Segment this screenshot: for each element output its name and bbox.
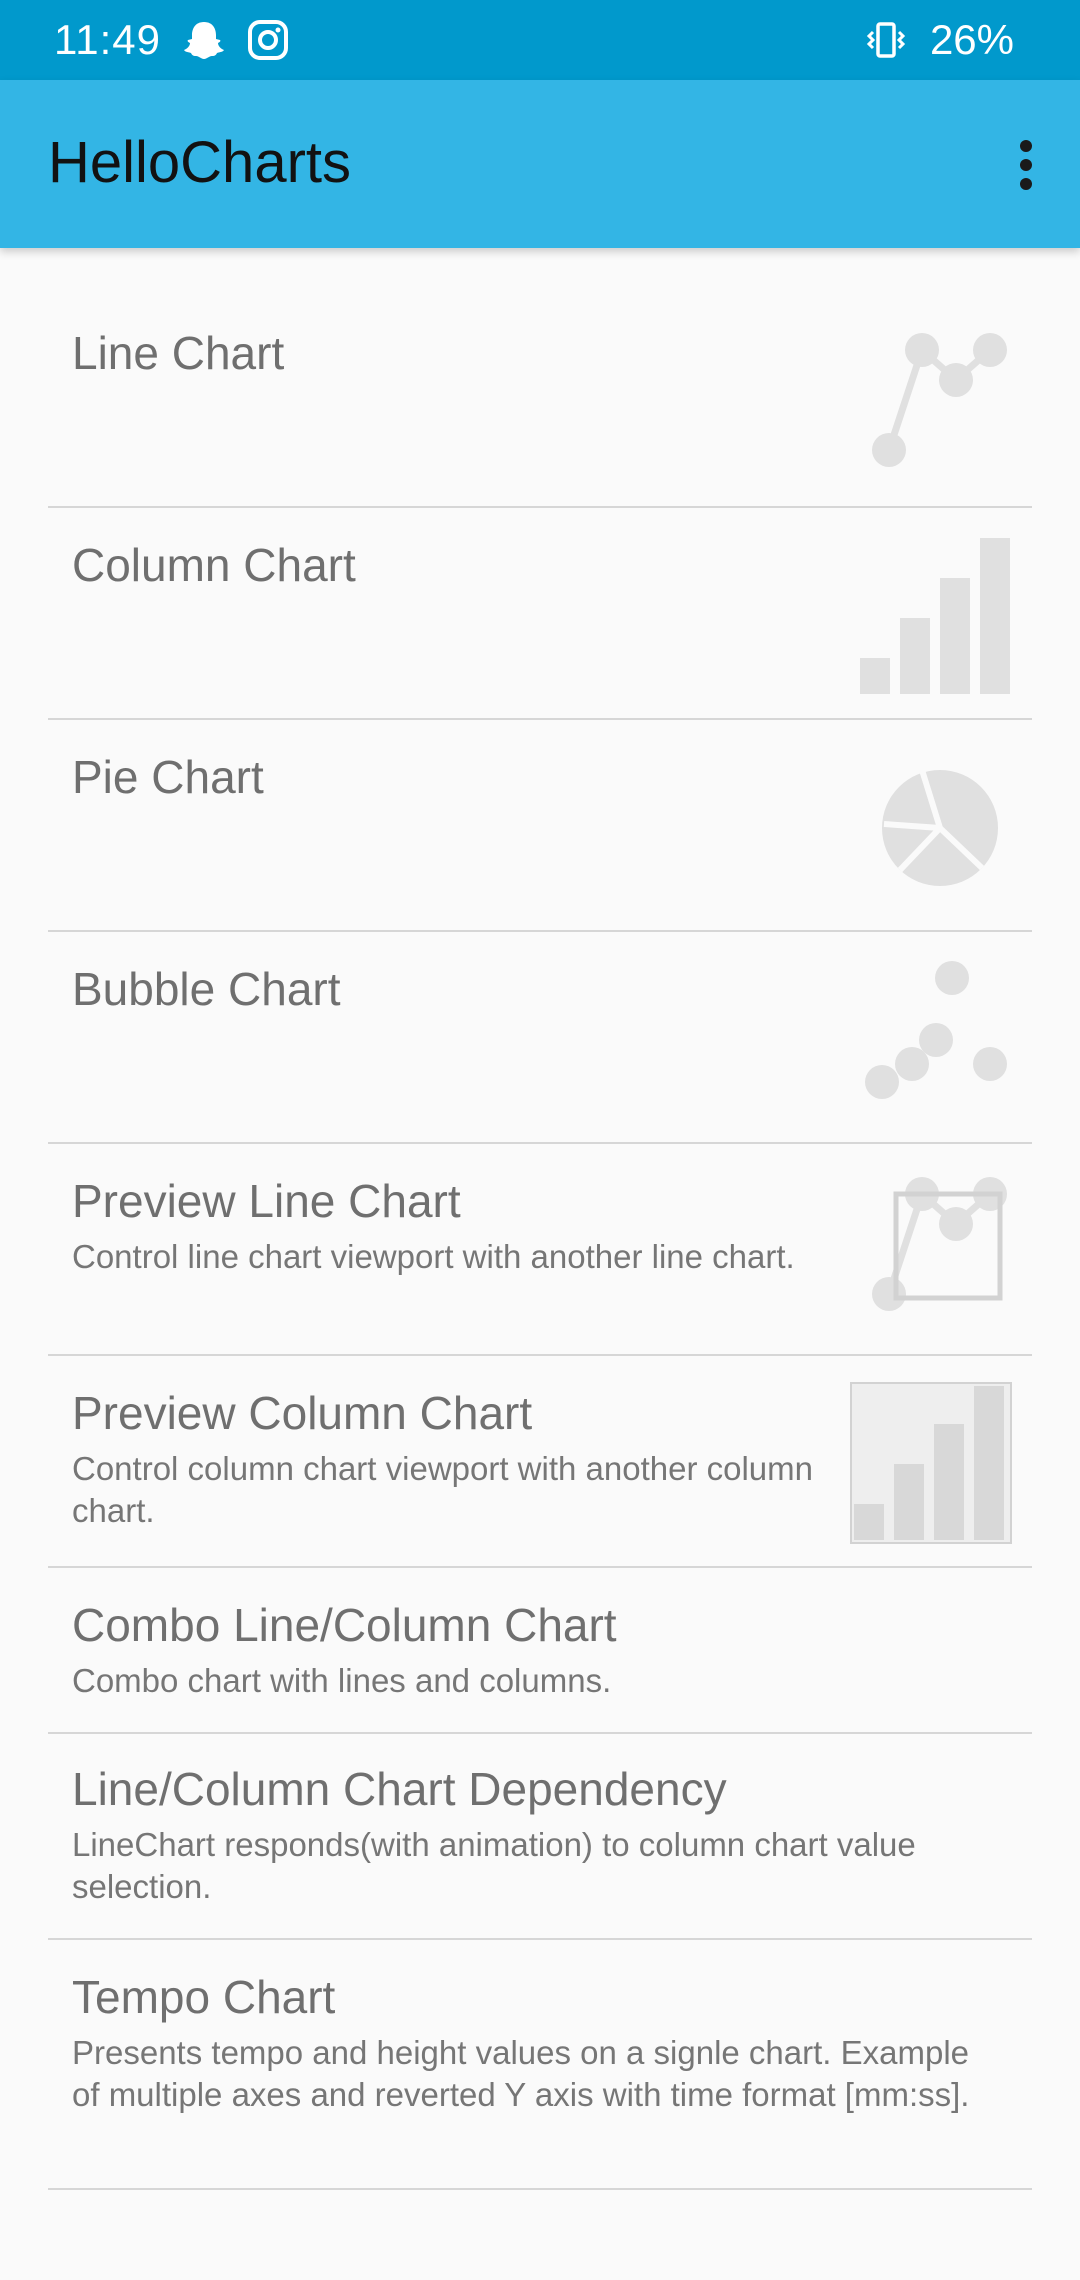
list-item-combo-line-column-chart[interactable]: Combo Line/Column Chart Combo chart with… — [48, 1568, 1032, 1734]
item-title: Pie Chart — [72, 751, 264, 803]
preview-column-chart-icon — [850, 1382, 1012, 1544]
item-title: Preview Line Chart — [72, 1175, 461, 1227]
item-title: Line Chart — [72, 327, 285, 379]
item-subtitle: Combo chart with lines and columns. — [72, 1662, 612, 1699]
line-chart-icon — [862, 330, 1012, 480]
list-item-preview-column-chart[interactable]: Preview Column Chart Control column char… — [48, 1356, 1032, 1568]
item-subtitle: LineChart responds(with animation) to co… — [72, 1826, 916, 1905]
status-bar: 11:49 26% — [0, 0, 1080, 80]
pie-chart-icon — [852, 764, 1012, 894]
item-title: Bubble Chart — [72, 963, 341, 1015]
item-subtitle: Presents tempo and height values on a si… — [72, 2034, 970, 2113]
app-bar: HelloCharts — [0, 80, 1080, 248]
list-item-bubble-chart[interactable]: Bubble Chart — [48, 932, 1032, 1144]
preview-line-chart-icon — [862, 1174, 1012, 1324]
overflow-menu-icon — [1020, 140, 1032, 152]
item-title: Line/Column Chart Dependency — [72, 1763, 727, 1815]
list-item-tempo-chart[interactable]: Tempo Chart Presents tempo and height va… — [48, 1940, 1032, 2190]
vibrate-icon — [864, 18, 908, 62]
list-item-line-chart[interactable]: Line Chart — [48, 248, 1032, 508]
item-title: Combo Line/Column Chart — [72, 1599, 617, 1651]
list-item-column-chart[interactable]: Column Chart — [48, 508, 1032, 720]
overflow-menu-button[interactable] — [990, 124, 1060, 204]
item-title: Tempo Chart — [72, 1971, 336, 2023]
instagram-icon — [246, 18, 290, 62]
bubble-chart-icon — [862, 960, 1012, 1116]
item-subtitle: Control column chart viewport with anoth… — [72, 1450, 814, 1529]
list-item-pie-chart[interactable]: Pie Chart — [48, 720, 1032, 932]
app-title: HelloCharts — [48, 130, 351, 195]
list-item-preview-line-chart[interactable]: Preview Line Chart Control line chart vi… — [48, 1144, 1032, 1356]
snapchat-icon — [182, 18, 226, 62]
battery-percentage: 26% — [929, 16, 1014, 63]
column-chart-icon — [852, 532, 1012, 696]
status-time: 11:49 — [54, 16, 161, 63]
item-title: Preview Column Chart — [72, 1387, 533, 1439]
item-subtitle: Control line chart viewport with another… — [72, 1238, 795, 1275]
list-item-line-column-dependency[interactable]: Line/Column Chart Dependency LineChart r… — [48, 1734, 1032, 1940]
item-title: Column Chart — [72, 539, 356, 591]
